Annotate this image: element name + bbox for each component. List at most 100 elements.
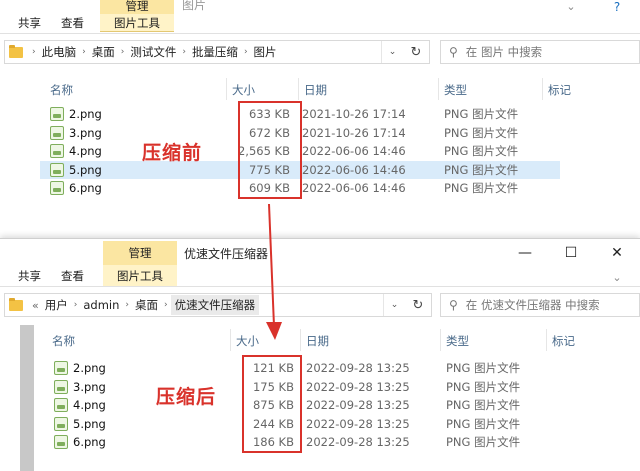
file-name-cell[interactable]: 5.png xyxy=(54,415,106,433)
ribbon-bar: 共享 查看 管理 图片工具 图片 ⌄ ? xyxy=(0,0,640,34)
search-icon: ⚲ xyxy=(449,298,458,312)
search-placeholder: 在 图片 中搜索 xyxy=(465,45,543,59)
file-name: 2.png xyxy=(69,107,102,121)
file-type: PNG 图片文件 xyxy=(446,379,521,394)
breadcrumb-item[interactable]: 桌面 xyxy=(89,44,118,60)
chevron-right-icon: › xyxy=(120,47,125,57)
file-name-cell[interactable]: 3.png xyxy=(50,124,102,142)
chevron-right-icon: › xyxy=(32,47,36,57)
annotation-before: 压缩前 xyxy=(142,142,203,164)
file-date: 2022-09-28 13:25 xyxy=(306,435,410,449)
refresh-icon[interactable]: ↻ xyxy=(403,45,429,60)
window-title: 优速文件压缩器 xyxy=(184,247,269,261)
address-dropdown-icon[interactable]: ⌄ xyxy=(383,294,405,316)
address-bar[interactable]: › 此电脑 › 桌面 › 测试文件 › 批量压缩 › 图片 ⌄ ↻ xyxy=(4,40,430,64)
file-name-cell[interactable]: 6.png xyxy=(50,179,102,197)
help-chevron-icon[interactable]: ⌄ xyxy=(548,0,594,16)
chevron-right-icon: › xyxy=(164,300,168,310)
file-name: 5.png xyxy=(73,416,106,431)
scrollbar[interactable] xyxy=(20,325,34,471)
file-type: PNG 图片文件 xyxy=(444,107,519,121)
file-name-cell[interactable]: 2.png xyxy=(50,105,102,123)
png-file-icon xyxy=(54,361,68,375)
file-name: 3.png xyxy=(73,379,106,394)
column-name[interactable]: 名称 xyxy=(50,82,73,98)
chevron-right-icon: › xyxy=(243,47,248,57)
breadcrumb-item[interactable]: admin xyxy=(80,298,122,312)
address-bar[interactable]: « 用户 › admin › 桌面 › 优速文件压缩器 ⌄ ↻ xyxy=(4,293,432,317)
maximize-icon[interactable]: ☐ xyxy=(548,239,594,267)
breadcrumb-item[interactable]: 此电脑 xyxy=(39,44,80,60)
tab-view[interactable]: 查看 xyxy=(53,12,92,34)
file-type: PNG 图片文件 xyxy=(444,144,519,158)
file-name: 4.png xyxy=(69,144,102,158)
file-type: PNG 图片文件 xyxy=(444,125,519,140)
file-name-cell[interactable]: 3.png xyxy=(54,378,106,396)
picture-tools-group: 管理 图片工具 xyxy=(100,0,174,32)
highlight-box xyxy=(242,355,302,453)
file-date: 2022-09-28 13:25 xyxy=(306,398,410,412)
file-date: 2022-09-28 13:25 xyxy=(306,379,410,394)
tab-share[interactable]: 共享 xyxy=(10,12,49,34)
column-date[interactable]: 日期 xyxy=(304,82,327,98)
close-icon[interactable]: ✕ xyxy=(594,239,640,267)
explorer-window-after: 共享 查看 管理 图片工具 优速文件压缩器 — ☐ ✕ ⌄ « 用户 › adm… xyxy=(0,238,640,471)
column-type[interactable]: 类型 xyxy=(446,333,469,349)
breadcrumb-item[interactable]: 图片 xyxy=(251,44,280,60)
breadcrumb-item[interactable]: 用户 xyxy=(42,297,71,313)
search-placeholder: 在 优速文件压缩器 中搜索 xyxy=(465,298,600,312)
png-file-icon xyxy=(54,398,68,412)
file-name: 4.png xyxy=(73,398,106,412)
file-name-cell[interactable]: 2.png xyxy=(54,359,106,377)
ribbon-bar: 共享 查看 管理 图片工具 优速文件压缩器 — ☐ ✕ ⌄ xyxy=(0,239,640,287)
chevron-right-icon: › xyxy=(182,47,186,57)
file-name-cell[interactable]: 5.png xyxy=(50,161,102,179)
search-input[interactable]: ⚲ 在 图片 中搜索 xyxy=(440,40,640,64)
column-name[interactable]: 名称 xyxy=(52,333,75,349)
tab-picture-tools[interactable]: 图片工具 xyxy=(100,14,174,32)
file-type: PNG 图片文件 xyxy=(444,162,519,177)
png-file-icon xyxy=(50,162,64,177)
explorer-window-before: 共享 查看 管理 图片工具 图片 ⌄ ? › 此电脑 › 桌面 › 测试文件 ›… xyxy=(0,0,640,238)
file-date: 2022-09-28 13:25 xyxy=(306,361,410,375)
file-list: 名称 大小 日期 类型 标记 2.png 633 KB 2021-10-26 17:… xyxy=(0,72,640,238)
column-date[interactable]: 日期 xyxy=(306,333,329,349)
tab-share[interactable]: 共享 xyxy=(10,265,49,287)
window-title: 图片 xyxy=(182,0,207,12)
highlight-box xyxy=(238,101,302,199)
ribbon-expand-icon[interactable]: ⌄ xyxy=(594,267,640,287)
png-file-icon xyxy=(50,125,64,140)
png-file-icon xyxy=(54,379,68,394)
breadcrumb-item[interactable]: 桌面 xyxy=(132,297,161,313)
breadcrumb-item-current[interactable]: 优速文件压缩器 xyxy=(170,295,260,315)
column-tags[interactable]: 标记 xyxy=(548,82,571,98)
file-name: 6.png xyxy=(69,181,102,195)
breadcrumb-overflow[interactable]: « xyxy=(29,299,42,312)
refresh-icon[interactable]: ↻ xyxy=(405,298,431,313)
breadcrumb-item[interactable]: 测试文件 xyxy=(127,44,179,60)
file-name-cell[interactable]: 4.png xyxy=(54,396,106,414)
search-input[interactable]: ⚲ 在 优速文件压缩器 中搜索 xyxy=(440,293,640,317)
search-icon: ⚲ xyxy=(449,45,458,59)
tab-view[interactable]: 查看 xyxy=(53,265,92,287)
tab-picture-tools[interactable]: 图片工具 xyxy=(103,265,177,287)
annotation-after: 压缩后 xyxy=(156,386,217,408)
file-date: 2022-06-06 14:46 xyxy=(302,181,406,195)
chevron-right-icon: › xyxy=(73,300,78,310)
column-size[interactable]: 大小 xyxy=(232,82,255,98)
png-file-icon xyxy=(54,416,68,431)
minimize-icon[interactable]: — xyxy=(502,239,548,267)
column-type[interactable]: 类型 xyxy=(444,82,467,98)
file-name-cell[interactable]: 4.png xyxy=(50,142,102,160)
file-type: PNG 图片文件 xyxy=(444,181,519,195)
file-name-cell[interactable]: 6.png xyxy=(54,433,106,451)
column-tags[interactable]: 标记 xyxy=(552,333,575,349)
help-icon[interactable]: ? xyxy=(594,0,640,16)
breadcrumb-item[interactable]: 批量压缩 xyxy=(189,44,241,60)
file-name: 6.png xyxy=(73,435,106,449)
folder-icon xyxy=(9,44,23,58)
address-dropdown-icon[interactable]: ⌄ xyxy=(381,41,403,63)
file-date: 2022-09-28 13:25 xyxy=(306,416,410,431)
folder-icon xyxy=(9,297,23,311)
column-size[interactable]: 大小 xyxy=(236,333,259,349)
